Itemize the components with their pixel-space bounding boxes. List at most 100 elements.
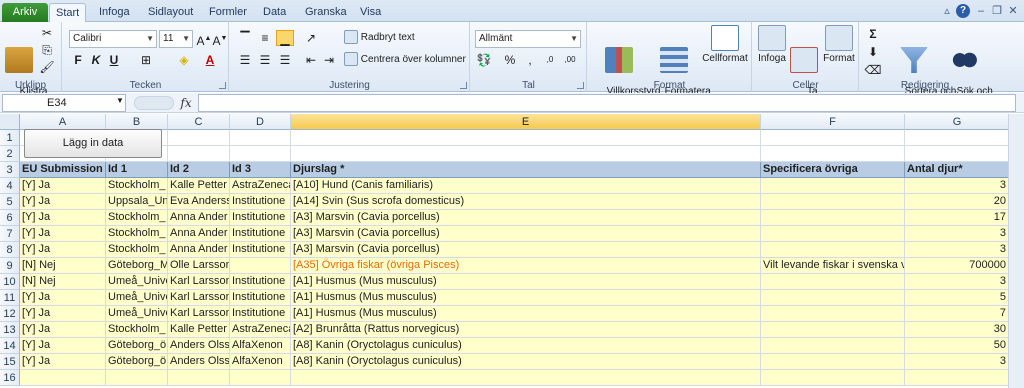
empty-cell[interactable]: [168, 130, 230, 146]
data-cell[interactable]: 700000: [905, 258, 1010, 274]
data-cell[interactable]: AlfaXenon: [230, 354, 291, 370]
align-bottom-icon[interactable]: ▁: [276, 30, 294, 46]
data-cell[interactable]: [Y] Ja: [20, 210, 106, 226]
font-size-select[interactable]: 11 ▼: [159, 30, 193, 48]
data-cell[interactable]: Stockholm_: [106, 242, 168, 258]
data-cell[interactable]: [A3] Marsvin (Cavia porcellus): [291, 242, 761, 258]
cell-styles-button[interactable]: Cellformat: [700, 25, 750, 64]
tab-granska[interactable]: Granska: [299, 3, 353, 22]
row-header[interactable]: 15: [0, 354, 20, 370]
data-cell[interactable]: Institutione: [230, 194, 291, 210]
column-title-cell[interactable]: Djurslag *: [291, 162, 761, 178]
italic-icon[interactable]: K: [87, 52, 105, 68]
row-header[interactable]: 7: [0, 226, 20, 242]
increase-indent-icon[interactable]: ⇥: [320, 52, 338, 68]
empty-cell[interactable]: [230, 130, 291, 146]
currency-icon[interactable]: 💱: [475, 52, 493, 68]
tab-formler[interactable]: Formler: [203, 3, 253, 22]
data-cell[interactable]: [Y] Ja: [20, 242, 106, 258]
data-cell[interactable]: [230, 258, 291, 274]
copy-icon[interactable]: ⎘: [38, 42, 56, 58]
data-cell[interactable]: [A1] Husmus (Mus musculus): [291, 274, 761, 290]
empty-cell[interactable]: [168, 146, 230, 162]
data-cell[interactable]: [761, 194, 905, 210]
empty-cell[interactable]: [905, 370, 1010, 386]
data-cell[interactable]: 3: [905, 178, 1010, 194]
data-cell[interactable]: 17: [905, 210, 1010, 226]
lagg-in-data-button[interactable]: Lägg in data: [24, 129, 162, 158]
percent-icon[interactable]: %: [501, 52, 519, 68]
data-cell[interactable]: [A8] Kanin (Oryctolagus cuniculus): [291, 354, 761, 370]
data-cell[interactable]: Olle Larsson: [168, 258, 230, 274]
data-cell[interactable]: [A1] Husmus (Mus musculus): [291, 290, 761, 306]
data-cell[interactable]: Göteborg_M: [106, 258, 168, 274]
column-header-e[interactable]: E: [291, 114, 761, 130]
row-header[interactable]: 13: [0, 322, 20, 338]
shrink-font-icon[interactable]: A▼: [211, 31, 229, 48]
data-cell[interactable]: [A1] Husmus (Mus musculus): [291, 306, 761, 322]
data-cell[interactable]: Institutione: [230, 242, 291, 258]
data-cell[interactable]: [761, 306, 905, 322]
data-cell[interactable]: [761, 210, 905, 226]
data-cell[interactable]: Stockholm_: [106, 226, 168, 242]
data-cell[interactable]: [Y] Ja: [20, 354, 106, 370]
insert-function-icon[interactable]: fx: [176, 94, 196, 112]
worksheet-grid[interactable]: ABCDEFG 1 2 3 4 5 6 7 8 9 10 11 12 13 14 15 16 EU Submi…: [0, 114, 1024, 388]
data-cell[interactable]: Anders Olss: [168, 354, 230, 370]
column-title-cell[interactable]: Specificera övriga: [761, 162, 905, 178]
column-title-cell[interactable]: Id 1: [106, 162, 168, 178]
column-header-a[interactable]: A: [20, 114, 106, 130]
format-painter-icon[interactable]: 🖌: [38, 59, 56, 75]
data-cell[interactable]: [Y] Ja: [20, 178, 106, 194]
column-header-b[interactable]: B: [106, 114, 168, 130]
column-title-cell[interactable]: Id 3: [230, 162, 291, 178]
row-header[interactable]: 2: [0, 146, 20, 162]
data-cell[interactable]: Anna Ander: [168, 226, 230, 242]
data-cell[interactable]: [Y] Ja: [20, 338, 106, 354]
data-cell[interactable]: 20: [905, 194, 1010, 210]
data-cell[interactable]: [A2] Brunråtta (Rattus norvegicus): [291, 322, 761, 338]
column-header-d[interactable]: D: [230, 114, 291, 130]
align-top-icon[interactable]: ▔: [236, 30, 254, 46]
data-cell[interactable]: Stockholm_: [106, 210, 168, 226]
data-cell[interactable]: [A35] Övriga fiskar (övriga Pisces): [291, 258, 761, 274]
data-cell[interactable]: [761, 290, 905, 306]
data-cell[interactable]: [761, 178, 905, 194]
fill-icon[interactable]: ⬇: [864, 44, 882, 60]
font-name-select[interactable]: Calibri ▼: [69, 30, 157, 48]
data-cell[interactable]: Kalle Petter: [168, 322, 230, 338]
row-header[interactable]: 10: [0, 274, 20, 290]
data-cell[interactable]: [Y] Ja: [20, 194, 106, 210]
data-cell[interactable]: AlfaXenon: [230, 338, 291, 354]
data-cell[interactable]: [A8] Kanin (Oryctolagus cuniculus): [291, 338, 761, 354]
row-header[interactable]: 8: [0, 242, 20, 258]
row-header[interactable]: 12: [0, 306, 20, 322]
tab-start[interactable]: Start: [49, 3, 87, 23]
bold-icon[interactable]: F: [69, 52, 87, 68]
formula-input[interactable]: [198, 94, 1016, 112]
data-cell[interactable]: [A10] Hund (Canis familiaris): [291, 178, 761, 194]
data-cell[interactable]: [Y] Ja: [20, 290, 106, 306]
data-cell[interactable]: Umeå_Unive: [106, 306, 168, 322]
data-cell[interactable]: Institutione: [230, 290, 291, 306]
data-cell[interactable]: Institutione: [230, 274, 291, 290]
data-cell[interactable]: [A3] Marsvin (Cavia porcellus): [291, 210, 761, 226]
column-title-cell[interactable]: EU Submission *: [20, 162, 106, 178]
empty-cell[interactable]: [905, 146, 1010, 162]
data-cell[interactable]: AstraZeneca: [230, 322, 291, 338]
empty-cell[interactable]: [761, 370, 905, 386]
column-header-f[interactable]: F: [761, 114, 905, 130]
data-cell[interactable]: Karl Larsson: [168, 274, 230, 290]
dialog-launcher-icon[interactable]: [219, 82, 226, 89]
data-cell[interactable]: [761, 338, 905, 354]
data-cell[interactable]: Vilt levande fiskar i svenska v: [761, 258, 905, 274]
data-cell[interactable]: Eva Anderss: [168, 194, 230, 210]
data-cell[interactable]: [761, 274, 905, 290]
data-cell[interactable]: Institutione: [230, 226, 291, 242]
data-cell[interactable]: [761, 226, 905, 242]
increase-decimal-icon[interactable]: ,0: [541, 52, 559, 68]
data-cell[interactable]: Göteborg_ö: [106, 338, 168, 354]
data-cell[interactable]: Stockholm_: [106, 178, 168, 194]
name-box[interactable]: E34: [2, 94, 126, 112]
row-header[interactable]: 11: [0, 290, 20, 306]
